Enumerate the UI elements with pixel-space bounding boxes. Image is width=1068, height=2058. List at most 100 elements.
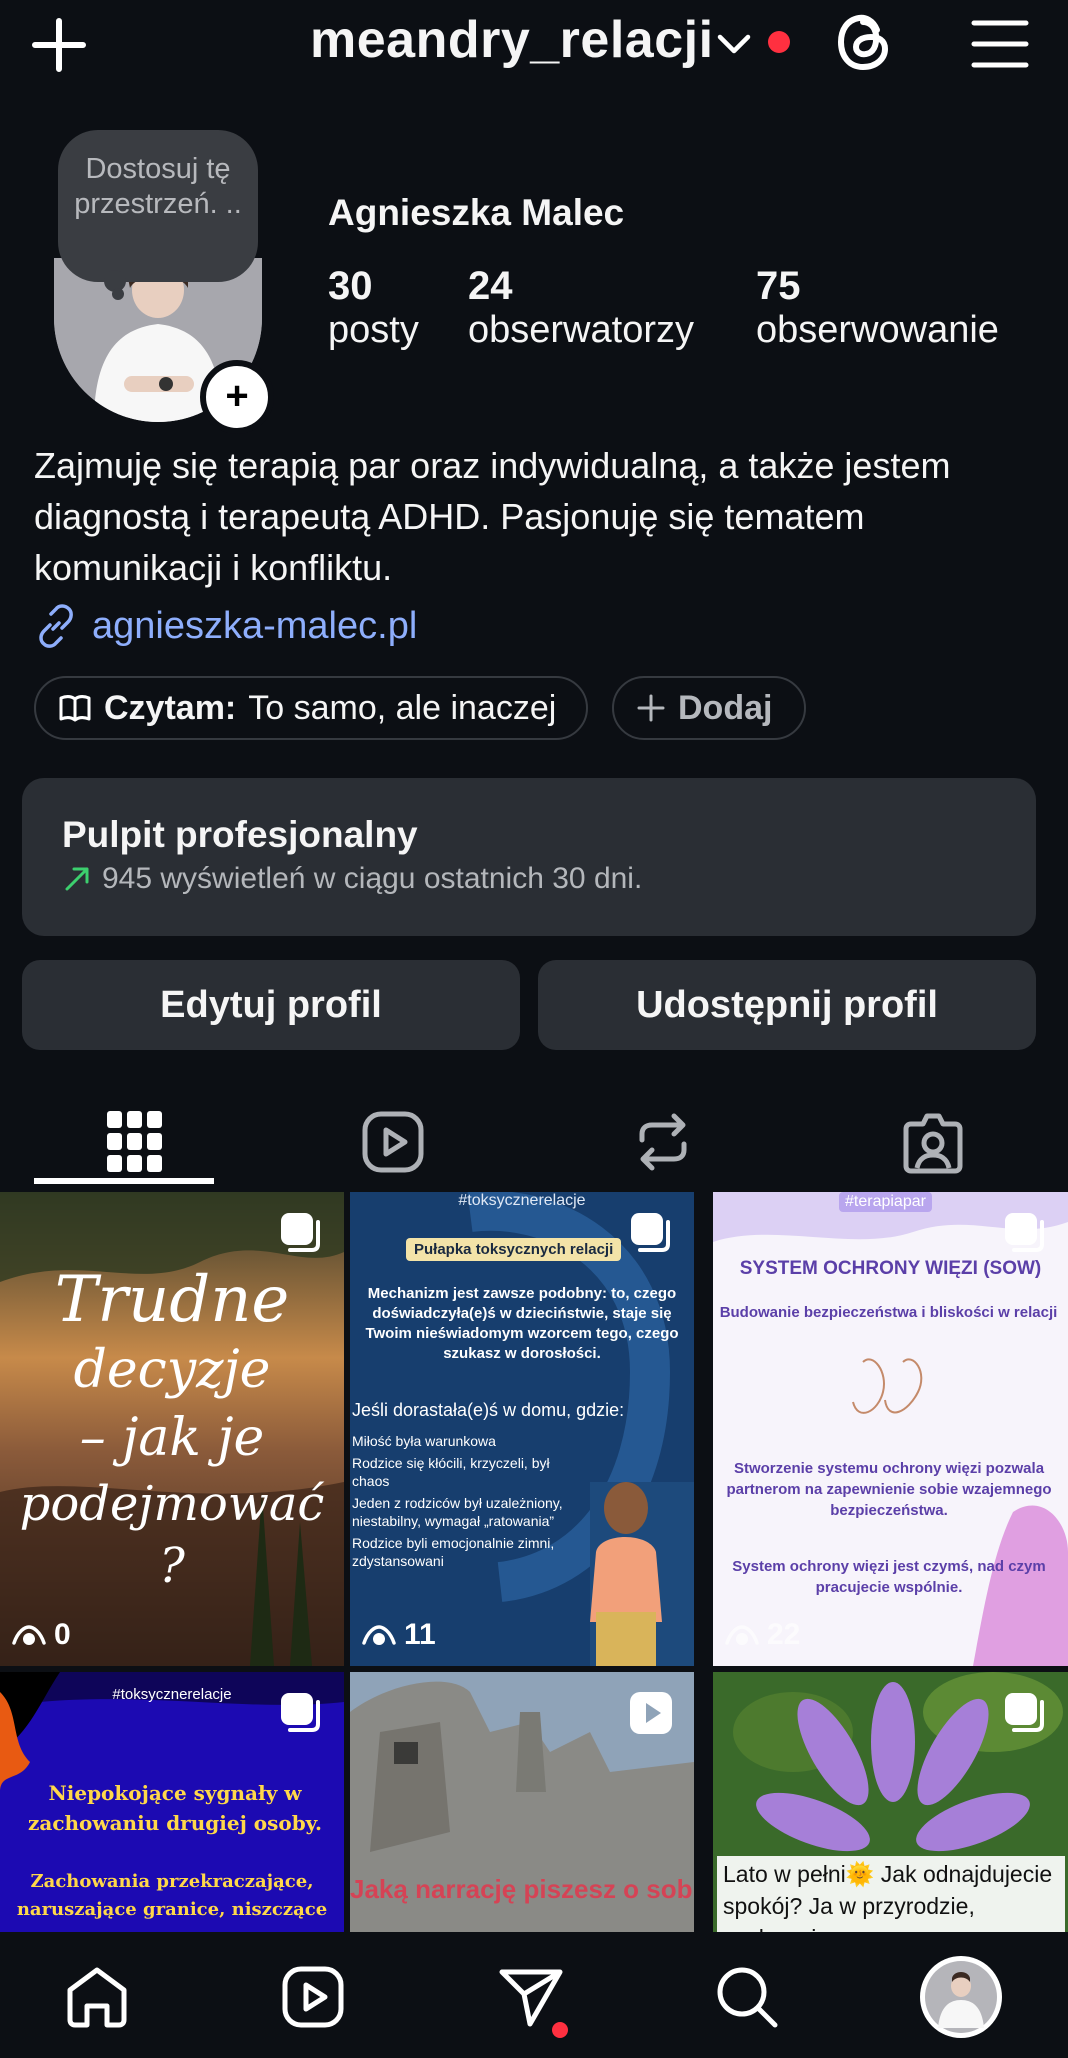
post-list-item: Rodzice się kłócili, krzyczeli, był chao…: [352, 1455, 550, 1489]
tab-reels[interactable]: [258, 1082, 528, 1202]
book-icon: [59, 695, 91, 722]
threads-button[interactable]: [832, 8, 896, 76]
tagged-icon: [903, 1113, 963, 1174]
account-switcher[interactable]: [712, 22, 756, 66]
carousel-icon: [631, 1213, 670, 1252]
add-chip-button[interactable]: Dodaj: [612, 676, 806, 740]
reading-chip[interactable]: Czytam: To samo, ale inaczej: [34, 676, 588, 740]
post-title: Pułapka toksycznych relacji: [406, 1238, 622, 1261]
search-icon: [717, 1967, 778, 2028]
tab-reposts[interactable]: [528, 1082, 798, 1202]
plus-icon: [637, 694, 665, 722]
stat-following-label: obserwowanie: [756, 309, 999, 351]
carousel-icon: [1005, 1213, 1044, 1252]
post-tile[interactable]: Lato w pełni🌞 Jak odnajdujecie spokój? J…: [713, 1672, 1068, 1932]
nav-reels[interactable]: [268, 1952, 358, 2042]
reel-play-icon: [630, 1692, 672, 1734]
home-icon: [67, 1967, 127, 2028]
post-title: SYSTEM OCHRONY WIĘZI (SOW): [739, 1258, 1042, 1279]
account-username[interactable]: meandry_relacji: [310, 10, 714, 70]
nav-profile[interactable]: [916, 1952, 1006, 2042]
post-body: Mechanizm jest zawsze podobny: to, czego…: [365, 1285, 679, 1362]
post-body: Stworzenie systemu ochrony więzi pozwala…: [726, 1460, 1052, 1519]
profile-link-text: agnieszka-malec.pl: [92, 604, 418, 647]
post-image: [350, 1192, 694, 1666]
post-tile[interactable]: Jaką narrację piszesz o sobie?: [350, 1672, 694, 1932]
tab-posts-grid[interactable]: [0, 1082, 270, 1202]
profile-bio: Zajmuję się terapią par oraz indywidualn…: [34, 445, 951, 588]
link-icon: [39, 604, 73, 648]
create-button[interactable]: [24, 10, 94, 80]
notification-dot: [552, 2022, 568, 2038]
note-bubble[interactable]: Dostosuj tę przestrzeń. ..: [58, 130, 258, 282]
plus-icon: +: [225, 374, 249, 418]
reels-icon: [362, 1111, 424, 1173]
hamburger-menu-icon: [971, 20, 1029, 68]
carousel-icon: [1005, 1693, 1044, 1732]
post-title: Niepokojące sygnały w zachowaniu drugiej…: [28, 1781, 322, 1835]
stat-posts-label: posty: [328, 309, 419, 351]
reels-icon: [282, 1966, 344, 2028]
post-caption: Jaką narrację piszesz o sobie?: [350, 1874, 694, 1904]
post-text-line: – jak je: [79, 1408, 265, 1468]
post-views: 11: [362, 1618, 436, 1652]
reposts-icon: [639, 1113, 687, 1171]
post-views: 22: [725, 1618, 800, 1652]
stat-followers[interactable]: 24 obserwatorzy: [468, 264, 694, 352]
stat-following-value: 75: [756, 264, 801, 308]
note-tail-small: [112, 288, 124, 300]
active-tab-indicator: [34, 1178, 214, 1184]
add-story-button[interactable]: +: [200, 360, 274, 434]
professional-dashboard[interactable]: Pulpit profesjonalny 945 wyświetleń w ci…: [22, 778, 1036, 936]
profile-link[interactable]: agnieszka-malec.pl: [34, 604, 417, 648]
post-tile[interactable]: #toksycznerelacje Pułapka toksycznych re…: [350, 1192, 694, 1666]
post-views: 0: [12, 1618, 71, 1652]
post-list-item: Miłość była warunkowa: [352, 1433, 496, 1449]
add-chip-label: Dodaj: [678, 688, 773, 727]
notification-dot: [768, 31, 790, 53]
carousel-icon: [281, 1213, 320, 1252]
direct-messages-icon: [499, 1969, 563, 2027]
views-icon: [12, 1625, 46, 1645]
views-icon: [362, 1625, 396, 1645]
dashboard-subtitle: 945 wyświetleń w ciągu ostatnich 30 dni.: [62, 862, 642, 896]
post-views-count: 11: [404, 1618, 436, 1651]
post-hashtag: #toksycznerelacje: [458, 1192, 586, 1209]
post-text-line: decyzje: [73, 1340, 271, 1400]
edit-profile-button[interactable]: Edytuj profil: [22, 960, 520, 1050]
stat-posts[interactable]: 30 posty: [328, 264, 419, 352]
stat-followers-label: obserwatorzy: [468, 309, 694, 351]
post-tile[interactable]: #toksycznerelacje Niepokojące sygnały w …: [0, 1672, 344, 1932]
post-tile[interactable]: #terapiapar SYSTEM OCHRONY WIĘZI (SOW) B…: [713, 1192, 1068, 1666]
stat-posts-value: 30: [328, 264, 373, 308]
dashboard-title: Pulpit profesjonalny: [62, 814, 418, 855]
nav-direct-messages[interactable]: [486, 1952, 576, 2042]
post-text-line: ?: [159, 1538, 185, 1594]
post-text-line: podejmować: [19, 1476, 325, 1532]
post-subtitle: Budowanie bezpieczeństwa i bliskości w r…: [719, 1304, 1058, 1321]
share-profile-button[interactable]: Udostępnij profil: [538, 960, 1036, 1050]
post-list-title: Jeśli dorastała(e)ś w domu, gdzie:: [352, 1400, 625, 1420]
post-body: System ochrony więzi jest czymś, nad czy…: [732, 1558, 1046, 1596]
nav-home[interactable]: [52, 1952, 142, 2042]
nav-search[interactable]: [702, 1952, 792, 2042]
stat-following[interactable]: 75 obserwowanie: [756, 264, 999, 352]
views-icon: [725, 1625, 759, 1645]
post-caption: Lato w pełni🌞 Jak odnajdujecie spokój? J…: [717, 1856, 1065, 1932]
post-body: Zachowania przekraczające, naruszające g…: [16, 1871, 328, 1920]
post-list-item: Jeden z rodziców był uzależniony, niesta…: [352, 1495, 563, 1529]
grid-icon: [107, 1111, 162, 1172]
post-views-count: 22: [767, 1618, 801, 1651]
dashboard-views-text: 945 wyświetleń w ciągu ostatnich 30 dni.: [102, 862, 643, 895]
post-hashtag: #terapiapar: [839, 1192, 932, 1212]
plus-icon: [32, 18, 86, 72]
menu-button[interactable]: [966, 10, 1034, 78]
bottom-nav: [0, 1932, 1068, 2058]
post-list-item: Rodzice byli emocjonalnie zimni, zdystan…: [352, 1535, 555, 1569]
reading-label: Czytam:: [104, 688, 237, 727]
post-tile[interactable]: Trudne decyzje – jak je podejmować ? 0: [0, 1192, 344, 1666]
profile-name: Agnieszka Malec: [328, 192, 625, 233]
post-text-line: Trudne: [54, 1263, 290, 1337]
tab-tagged[interactable]: [798, 1082, 1068, 1202]
trend-up-icon: [65, 867, 89, 891]
